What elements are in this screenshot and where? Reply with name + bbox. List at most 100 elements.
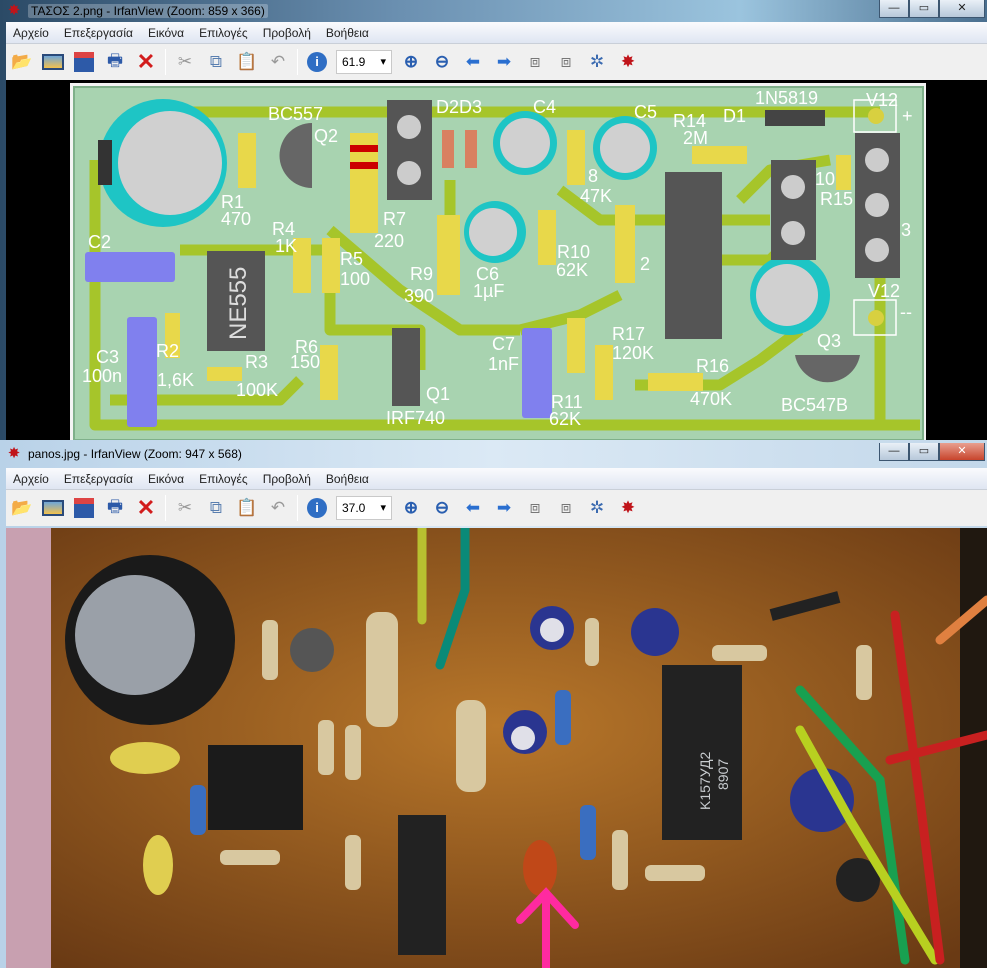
last-page-icon[interactable]: ⧈: [554, 50, 578, 74]
title-bar[interactable]: ✸ panos.jpg - IrfanView (Zoom: 947 x 568…: [0, 443, 987, 465]
label-v12-minus: V12: [868, 281, 900, 301]
label-470: 470: [221, 209, 251, 229]
undo-icon[interactable]: ↶: [266, 496, 290, 520]
label-390: 390: [404, 286, 434, 306]
pcb-photo-image: K157УД2 8907: [6, 528, 987, 968]
info-icon[interactable]: i: [305, 496, 329, 520]
slideshow-icon[interactable]: [41, 496, 65, 520]
toolbar: 📂 🖶 ✕ ✂ ⧉ 📋 ↶ i 61.9 ⊕ ⊖ ⬅ ➡ ⧈ ⧈ ✲ ✸: [6, 44, 987, 80]
open-folder-icon[interactable]: 📂: [10, 496, 34, 520]
minimize-button[interactable]: —: [879, 443, 909, 461]
menu-view[interactable]: Προβολή: [263, 26, 311, 40]
first-page-icon[interactable]: ⧈: [523, 496, 547, 520]
undo-icon[interactable]: ↶: [266, 50, 290, 74]
irfanview-icon: ✸: [7, 445, 21, 462]
maximize-button[interactable]: ▭: [909, 443, 939, 461]
terminal-block-1: [387, 100, 432, 200]
slideshow-icon[interactable]: [41, 50, 65, 74]
copy-icon[interactable]: ⧉: [204, 496, 228, 520]
menu-help[interactable]: Βοήθεια: [326, 26, 369, 40]
label-r7: R7: [383, 209, 406, 229]
minimize-button[interactable]: —: [879, 0, 909, 18]
label-c2: C2: [88, 232, 111, 252]
image-view-1[interactable]: BC557 Q2 D2D3 C4 C5 R14 2M D1 1N5819 V12…: [6, 80, 987, 440]
copy-icon[interactable]: ⧉: [204, 50, 228, 74]
save-icon[interactable]: [72, 496, 96, 520]
capacitor-c8: [750, 255, 830, 335]
label-1-6k: 1,6K: [157, 370, 194, 390]
first-page-icon[interactable]: ⧈: [523, 50, 547, 74]
label-100: 100: [340, 269, 370, 289]
diode-d3: [465, 130, 477, 168]
capacitor-c7: [523, 840, 557, 896]
title-bar[interactable]: ✸ ΤΑΣΟΣ 2.png - IrfanView (Zoom: 859 x 3…: [0, 0, 987, 22]
label-120k: 120K: [612, 343, 654, 363]
close-button[interactable]: ✕: [939, 0, 985, 18]
mosfet-irf740: [398, 815, 446, 955]
ic-u2: [665, 172, 722, 339]
print-icon[interactable]: 🖶: [103, 50, 127, 74]
paste-icon[interactable]: 📋: [235, 496, 259, 520]
mosfet-q1: [392, 328, 420, 406]
separator: [297, 495, 298, 521]
menu-edit[interactable]: Επεξεργασία: [64, 472, 133, 486]
menu-options[interactable]: Επιλογές: [199, 472, 248, 486]
label-10: 10: [815, 169, 835, 189]
settings-icon[interactable]: ✲: [585, 50, 609, 74]
menu-edit[interactable]: Επεξεργασία: [64, 26, 133, 40]
capacitor-c7: [522, 328, 552, 418]
previous-icon[interactable]: ⬅: [461, 50, 485, 74]
close-button[interactable]: ✕: [939, 443, 985, 461]
label-1nf: 1nF: [488, 354, 519, 374]
info-icon[interactable]: i: [305, 50, 329, 74]
open-folder-icon[interactable]: 📂: [10, 50, 34, 74]
menu-file[interactable]: Αρχείο: [13, 472, 49, 486]
label-62k-r10: 62K: [556, 260, 588, 280]
label-r2: R2: [156, 341, 179, 361]
menu-options[interactable]: Επιλογές: [199, 26, 248, 40]
zoom-in-icon[interactable]: ⊕: [399, 50, 423, 74]
zoom-out-icon[interactable]: ⊖: [430, 496, 454, 520]
zoom-select[interactable]: 61.9: [336, 50, 392, 74]
label-c4: C4: [533, 97, 556, 117]
next-icon[interactable]: ➡: [492, 50, 516, 74]
next-icon[interactable]: ➡: [492, 496, 516, 520]
label-470k: 470K: [690, 389, 732, 409]
cut-icon[interactable]: ✂: [173, 50, 197, 74]
menu-help[interactable]: Βοήθεια: [326, 472, 369, 486]
irfanview-logo-icon[interactable]: ✸: [616, 50, 640, 74]
delete-icon[interactable]: ✕: [134, 495, 158, 520]
menu-view[interactable]: Προβολή: [263, 472, 311, 486]
label-1uf: 1µF: [473, 281, 504, 301]
last-page-icon[interactable]: ⧈: [554, 496, 578, 520]
label-irf740: IRF740: [386, 408, 445, 428]
menu-image[interactable]: Εικόνα: [148, 26, 184, 40]
label-q3: Q3: [817, 331, 841, 351]
menu-file[interactable]: Αρχείο: [13, 26, 49, 40]
zoom-in-icon[interactable]: ⊕: [399, 496, 423, 520]
label-2m: 2M: [683, 128, 708, 148]
label-d2d3: D2D3: [436, 97, 482, 117]
settings-icon[interactable]: ✲: [585, 496, 609, 520]
label-47k: 47K: [580, 186, 612, 206]
maximize-button[interactable]: ▭: [909, 0, 939, 18]
menu-bar: Αρχείο Επεξεργασία Εικόνα Επιλογές Προβο…: [6, 22, 987, 44]
zoom-select[interactable]: 37.0: [336, 496, 392, 520]
paste-icon[interactable]: 📋: [235, 50, 259, 74]
print-icon[interactable]: 🖶: [103, 496, 127, 520]
previous-icon[interactable]: ⬅: [461, 496, 485, 520]
menu-image[interactable]: Εικόνα: [148, 472, 184, 486]
label-r9: R9: [410, 264, 433, 284]
capacitor-c2: [85, 252, 175, 282]
cut-icon[interactable]: ✂: [173, 496, 197, 520]
capacitor-c3: [127, 317, 157, 427]
zoom-out-icon[interactable]: ⊖: [430, 50, 454, 74]
label-100n: 100n: [82, 366, 122, 386]
image-view-2[interactable]: K157УД2 8907: [6, 528, 987, 968]
delete-icon[interactable]: ✕: [134, 49, 158, 74]
save-icon[interactable]: [72, 50, 96, 74]
pcb-layout-image: BC557 Q2 D2D3 C4 C5 R14 2M D1 1N5819 V12…: [6, 80, 987, 440]
irfanview-logo-icon[interactable]: ✸: [616, 496, 640, 520]
label-150: 150: [290, 352, 320, 372]
separator: [297, 49, 298, 75]
